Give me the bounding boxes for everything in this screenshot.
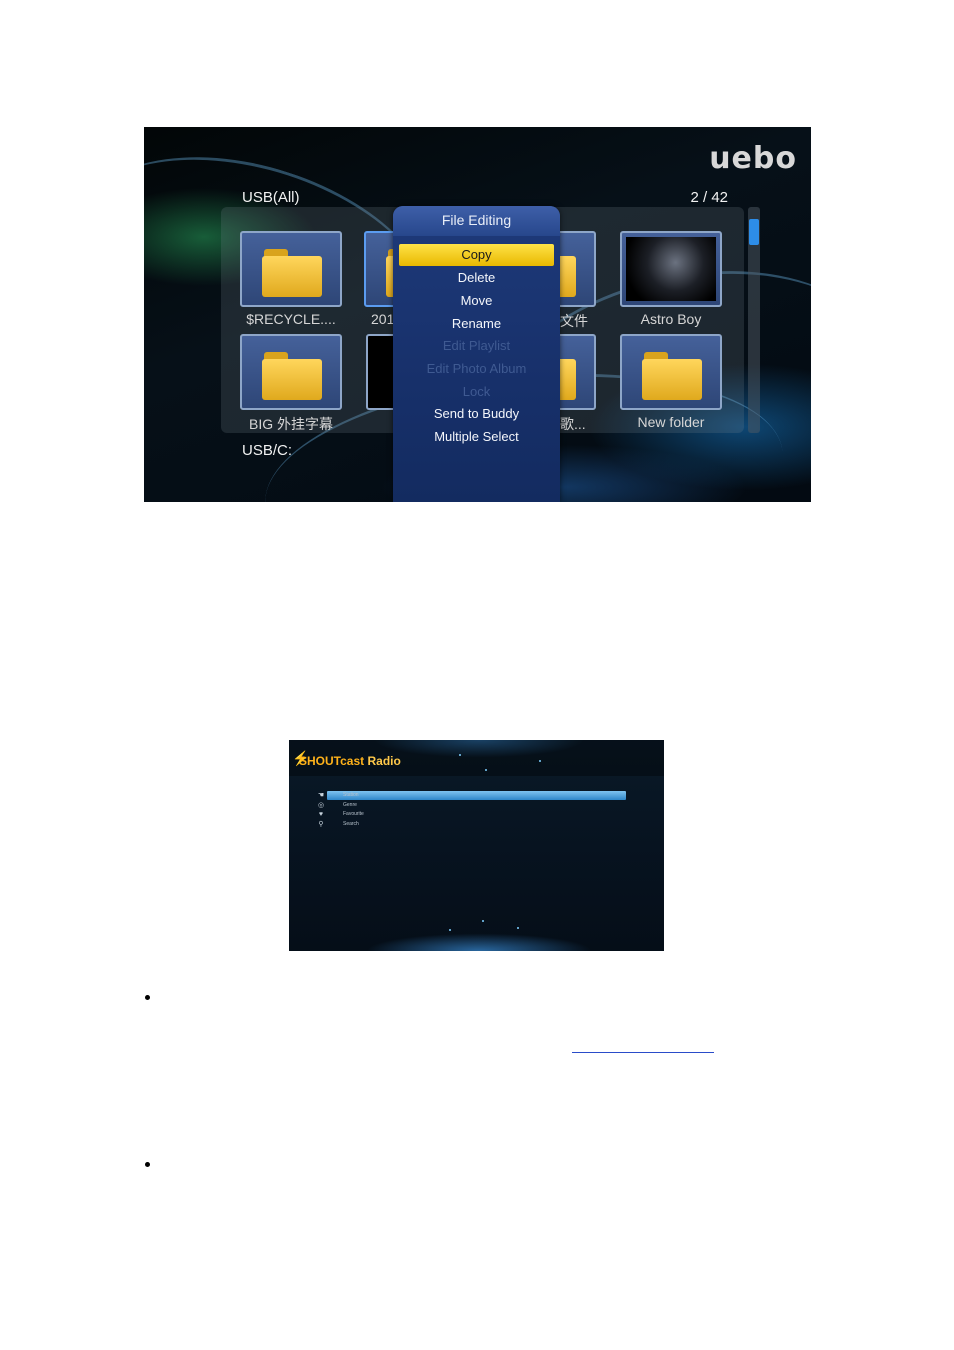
scrollbar-thumb[interactable]: [749, 219, 759, 245]
file-tile-caption: New folder: [637, 414, 705, 430]
file-editing-menu: File Editing Copy Delete Move Rename Edi…: [393, 206, 560, 502]
glow-dot: [449, 929, 451, 931]
hand-icon: ☚: [317, 792, 325, 799]
file-tile-astro-boy[interactable]: [620, 231, 722, 307]
file-browser-screenshot: uebo USB(All) 2 / 42 $RECYCLE.... 201 文件…: [144, 127, 811, 502]
menu-item-lock: Lock: [462, 384, 491, 399]
footer-location: USB/C:: [242, 442, 293, 459]
glow-dot: [485, 769, 487, 771]
current-location: USB(All): [242, 189, 300, 206]
menu-item-label: Search: [343, 821, 359, 827]
file-tile-caption: 201: [371, 311, 395, 327]
file-tile-caption: 文件: [560, 313, 588, 329]
shoutcast-screenshot: ⚡ SHOUTcast Radio ☚ Station ◎ Genre ♥ Fa…: [289, 740, 664, 951]
genre-icon: ◎: [317, 802, 325, 809]
heart-icon: ♥: [318, 811, 324, 818]
movie-poster-thumbnail: [626, 237, 716, 301]
file-tile-new-folder[interactable]: [620, 334, 722, 410]
shoutcast-logo: SHOUTcast Radio: [299, 754, 401, 768]
folder-icon: [262, 249, 322, 297]
shoutcast-header: ⚡ SHOUTcast Radio: [289, 740, 664, 776]
search-icon: ⚲: [318, 821, 324, 828]
menu-item-label: Favourite: [343, 811, 364, 817]
bullet-point: [145, 995, 150, 1000]
menu-item-delete[interactable]: Delete: [399, 267, 554, 289]
glow-dot: [482, 920, 484, 922]
menu-item-label: Station: [343, 792, 359, 798]
file-tile-caption: 歌...: [560, 416, 586, 432]
folder-icon: [262, 352, 322, 400]
brand-logo: uebo: [709, 141, 797, 176]
page-counter: 2 / 42: [690, 189, 728, 206]
selection-highlight: [327, 791, 626, 800]
file-tile-caption: BIG 外挂字幕: [248, 416, 333, 432]
file-tile-caption: $RECYCLE....: [246, 311, 336, 327]
logo-main: SHOUTcast: [299, 754, 365, 768]
hyperlink[interactable]: [572, 1052, 714, 1053]
menu-item-copy[interactable]: Copy: [399, 244, 554, 266]
menu-item-edit-playlist: Edit Playlist: [442, 338, 511, 353]
folder-icon: [642, 352, 702, 400]
glow-dot: [459, 754, 461, 756]
menu-item-rename[interactable]: Rename: [399, 313, 554, 335]
menu-item-multiple-select[interactable]: Multiple Select: [399, 426, 554, 448]
logo-sub: Radio: [367, 754, 401, 768]
glow-dot: [517, 927, 519, 929]
menu-item-edit-photo-album: Edit Photo Album: [426, 361, 527, 376]
bullet-point: [145, 1162, 150, 1167]
menu-item-label: Genre: [343, 802, 357, 808]
glow-dot: [539, 760, 541, 762]
menu-item-move[interactable]: Move: [399, 290, 554, 312]
scrollbar[interactable]: [748, 207, 760, 433]
file-tile-caption: Astro Boy: [640, 311, 702, 327]
menu-title: File Editing: [393, 206, 560, 236]
file-tile-big[interactable]: [240, 334, 342, 410]
menu-item-send-to-buddy[interactable]: Send to Buddy: [399, 403, 554, 425]
file-tile-recycle[interactable]: [240, 231, 342, 307]
